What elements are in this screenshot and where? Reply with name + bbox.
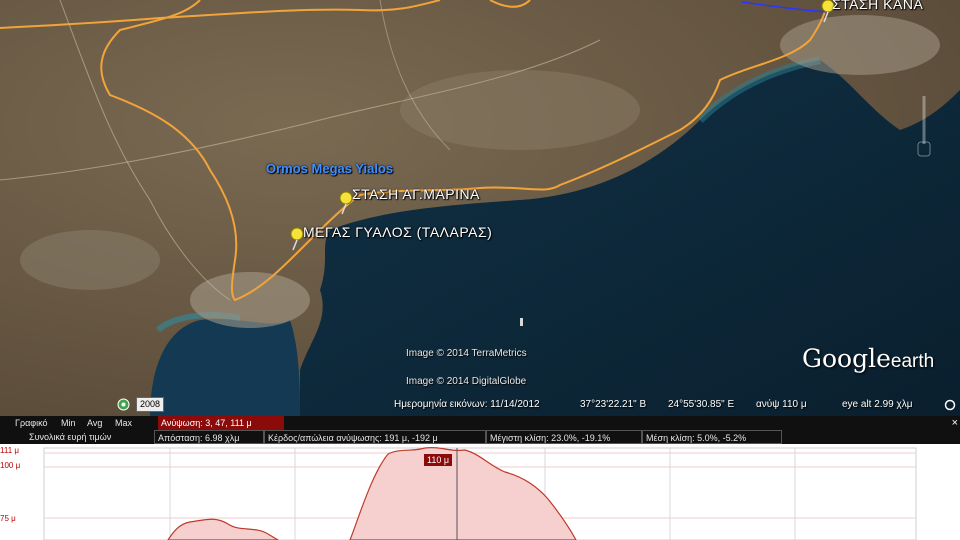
option-avg[interactable]: Avg	[84, 416, 105, 430]
avg-slope-value: Μέση κλίση: 5.0%, -5.2%	[642, 430, 782, 444]
option-min[interactable]: Min	[58, 416, 79, 430]
profile-header-row1: Γραφικό Min Avg Max Ανύψωση: 3, 47, 111 …	[0, 416, 960, 430]
graph-label: Γραφικό	[15, 418, 48, 428]
gain-loss-value: Κέρδος/απώλεια ανύψωσης: 191 μ, -192 μ	[264, 430, 486, 444]
bay-label: Ormos Megas Yialos	[266, 161, 394, 176]
imagery-credit-terrametrics: Image © 2014 TerraMetrics	[406, 348, 527, 359]
elevation-chart[interactable]: 111 μ 100 μ 75 μ 110 μ	[0, 444, 960, 540]
placemark-label-stasi-kana[interactable]: ΣΤΑΣΗ ΚΑΝΑ	[832, 0, 923, 12]
latitude-readout: 37°23'22.21" Β	[580, 399, 647, 410]
ytick-111: 111 μ	[0, 446, 19, 455]
imagery-date: Ημερομηνία εικόνων: 11/14/2012	[394, 399, 540, 410]
ytick-75: 75 μ	[0, 514, 16, 523]
profile-header-row2: Συνολικά ευρή τιμών Απόσταση: 6.98 χλμ Κ…	[0, 430, 960, 444]
close-icon[interactable]: ×	[952, 417, 958, 429]
elevation-chart-svg[interactable]	[0, 444, 960, 540]
google-earth-window: ΣΤΑΣΗ ΚΑΝΑ ΣΤΑΣΗ ΑΓ.ΜΑΡΙΝΑ ΜΕΓΑΣ ΓΥΑΛΟΣ …	[0, 0, 960, 540]
streaming-status-icon	[944, 399, 956, 411]
elevation-readout: ανύψ 110 μ	[756, 399, 807, 410]
imagery-credit-digitalglobe: Image © 2014 DigitalGlobe	[406, 376, 527, 387]
historical-imagery-year[interactable]: 2008	[136, 397, 165, 412]
placemark-label-ag-marina[interactable]: ΣΤΑΣΗ ΑΓ.ΜΑΡΙΝΑ	[352, 186, 480, 202]
elevation-summary[interactable]: Ανύψωση: 3, 47, 111 μ	[158, 416, 284, 430]
google-earth-logo: Googleearth	[802, 344, 935, 373]
max-slope-value: Μέγιστη κλίση: 23.0%, -19.1%	[486, 430, 642, 444]
placemark-label-megas-gyalos[interactable]: ΜΕΓΑΣ ΓΥΑΛΟΣ (ΤΑΛΑΡΑΣ)	[303, 224, 492, 240]
satellite-map-view[interactable]: ΣΤΑΣΗ ΚΑΝΑ ΣΤΑΣΗ ΑΓ.ΜΑΡΙΝΑ ΜΕΓΑΣ ΓΥΑΛΟΣ …	[0, 0, 960, 416]
range-totals-label: Συνολικά ευρή τιμών	[29, 432, 112, 442]
cursor-elevation-tag: 110 μ	[424, 454, 453, 466]
option-max[interactable]: Max	[112, 416, 135, 430]
historical-imagery-icon[interactable]	[117, 398, 130, 411]
zoom-slider-icon[interactable]	[909, 96, 939, 166]
longitude-readout: 24°55'30.85" Ε	[668, 399, 735, 410]
eye-altitude-readout: eye alt 2.99 χλμ	[842, 399, 913, 410]
elevation-profile-panel: Γραφικό Min Avg Max Ανύψωση: 3, 47, 111 …	[0, 416, 960, 540]
ytick-100: 100 μ	[0, 461, 21, 470]
distance-value: Απόσταση: 6.98 χλμ	[154, 430, 264, 444]
